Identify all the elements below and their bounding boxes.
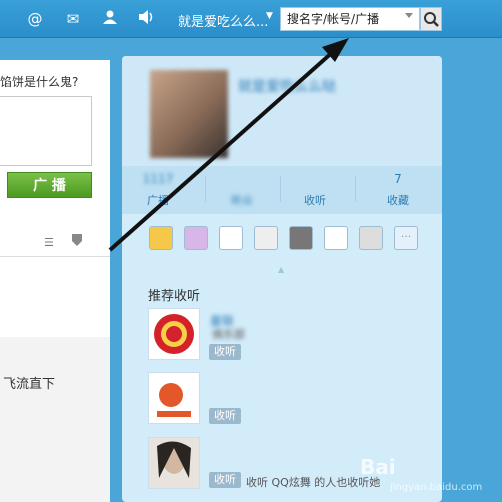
- smile-icon[interactable]: [149, 226, 173, 250]
- divider: [355, 176, 356, 202]
- face-icon[interactable]: [184, 226, 208, 250]
- search-icon: [424, 12, 439, 27]
- feed-item-text: 飞流直下: [3, 377, 56, 392]
- filter-icon[interactable]: [72, 234, 82, 249]
- compose-prompt: 馅饼是什么鬼?: [0, 75, 79, 89]
- follow-button[interactable]: 收听: [209, 472, 241, 488]
- stat-label-listeners[interactable]: 听众: [222, 192, 262, 208]
- chevron-down-icon[interactable]: ▼: [266, 11, 273, 21]
- list-view-icon[interactable]: ☰: [44, 236, 54, 249]
- profile-name[interactable]: 就是爱吃么么哒: [238, 76, 336, 96]
- watermark-logo: Bai: [360, 455, 396, 479]
- search-button[interactable]: [420, 7, 442, 31]
- blank-icon[interactable]: [324, 226, 348, 250]
- recommend-avatar[interactable]: [148, 437, 200, 489]
- search-type-chevron-icon[interactable]: [405, 13, 413, 18]
- speaker-icon[interactable]: [137, 9, 157, 29]
- collapse-icon[interactable]: ▲: [278, 265, 284, 274]
- stat-label-following[interactable]: 收听: [295, 192, 335, 208]
- broadcast-button[interactable]: 广 播: [7, 172, 92, 198]
- follow-button[interactable]: 收听: [209, 344, 241, 360]
- compose-textarea[interactable]: [0, 96, 92, 166]
- music-icon[interactable]: [289, 226, 313, 250]
- recommend-desc: 俱乐部: [212, 328, 245, 341]
- mail-icon[interactable]: ✉: [63, 9, 83, 29]
- watermark-url: jingyan.baidu.com: [390, 482, 483, 493]
- stat-value-favorites[interactable]: 7: [378, 172, 418, 186]
- search-input[interactable]: 搜名字/帐号/广播: [280, 7, 420, 31]
- star-icon[interactable]: [359, 226, 383, 250]
- recommend-avatar[interactable]: [148, 308, 200, 360]
- robot-icon[interactable]: [254, 226, 278, 250]
- recommend-avatar[interactable]: [148, 372, 200, 424]
- stat-value-broadcast[interactable]: 1117: [138, 172, 178, 186]
- stat-label-broadcast[interactable]: 广播: [138, 192, 178, 208]
- circle-arrow-icon[interactable]: [219, 226, 243, 250]
- feed-item: [0, 337, 110, 502]
- more-icon[interactable]: ···: [394, 226, 418, 250]
- divider: [205, 176, 206, 202]
- follow-button[interactable]: 收听: [209, 408, 241, 424]
- feed-area: [0, 257, 110, 337]
- at-icon[interactable]: @: [25, 9, 45, 29]
- stat-label-favorites[interactable]: 收藏: [378, 192, 418, 208]
- user-name-link[interactable]: 就是爱吃么么...: [178, 11, 268, 30]
- avatar[interactable]: [150, 70, 228, 158]
- recommend-title: 推荐收听: [148, 289, 201, 304]
- divider: [280, 176, 281, 202]
- user-icon[interactable]: [100, 9, 120, 29]
